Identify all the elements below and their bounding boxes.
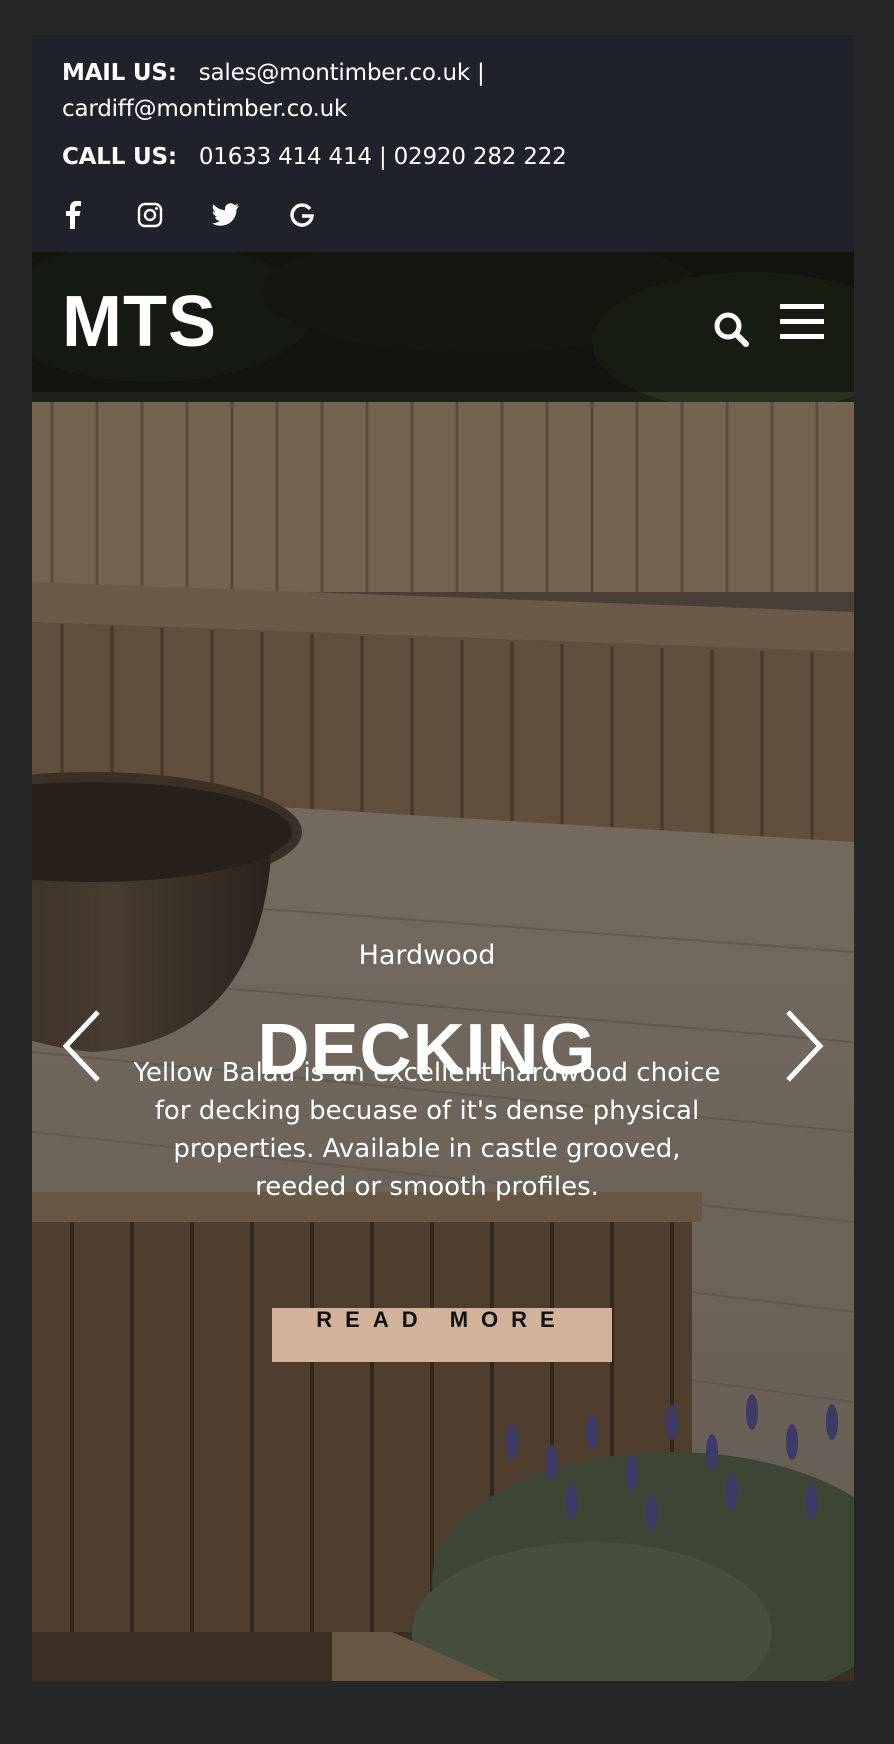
twitter-icon[interactable] [208, 197, 244, 233]
call-label: CALL US: [62, 144, 177, 170]
mail-label: MAIL US: [62, 60, 177, 86]
slide-subtitle: Hardwood [358, 940, 496, 971]
mail-row: MAIL US: sales@montimber.co.uk | cardiff@… [62, 55, 702, 127]
google-icon[interactable] [284, 197, 320, 233]
read-more-button[interactable]: READ MORE [272, 1308, 612, 1362]
page: MAIL US: sales@montimber.co.uk | cardiff@… [32, 35, 854, 1681]
search-icon[interactable] [712, 310, 752, 350]
instagram-icon[interactable] [132, 197, 168, 233]
call-row: CALL US: 01633 414 414 | 02920 282 222 [62, 139, 567, 175]
chevron-right-icon[interactable] [782, 1008, 826, 1084]
social-links [56, 195, 360, 235]
hamburger-menu-icon[interactable] [778, 302, 826, 342]
hero-slider: MTS Hardwood DECKING Yellow Balau is an … [32, 252, 854, 1681]
slide-description: Yellow Balau is an excellent hardwood ch… [133, 1058, 721, 1202]
site-logo[interactable]: MTS [62, 282, 217, 362]
facebook-icon[interactable] [56, 197, 92, 233]
phone-numbers[interactable]: 01633 414 414 | 02920 282 222 [199, 144, 567, 170]
contact-bar: MAIL US: sales@montimber.co.uk | cardiff@… [32, 35, 854, 252]
chevron-left-icon[interactable] [60, 1008, 104, 1084]
